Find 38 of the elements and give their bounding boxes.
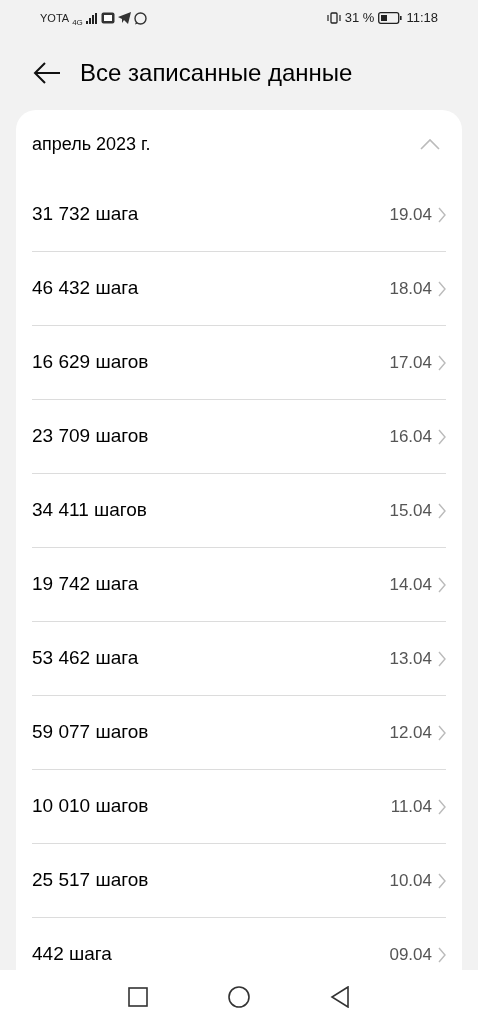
chevron-right-icon bbox=[438, 576, 446, 593]
chevron-up-icon bbox=[420, 138, 440, 150]
chevron-right-icon bbox=[438, 280, 446, 297]
network-type: 4G bbox=[72, 18, 83, 27]
signal-icon bbox=[85, 12, 98, 24]
month-header[interactable]: апрель 2023 г. bbox=[16, 110, 462, 178]
record-row[interactable]: 34 411 шагов 15.04 bbox=[32, 474, 446, 547]
video-app-icon bbox=[100, 12, 115, 24]
record-row[interactable]: 23 709 шагов 16.04 bbox=[32, 400, 446, 473]
back-icon[interactable] bbox=[330, 986, 350, 1008]
record-row[interactable]: 19 742 шага 14.04 bbox=[32, 548, 446, 621]
battery-icon bbox=[378, 12, 403, 24]
record-row[interactable]: 25 517 шагов 10.04 bbox=[32, 844, 446, 917]
record-row[interactable]: 442 шага 09.04 bbox=[32, 918, 446, 970]
chevron-right-icon bbox=[438, 206, 446, 223]
record-row[interactable]: 53 462 шага 13.04 bbox=[32, 622, 446, 695]
chevron-right-icon bbox=[438, 354, 446, 371]
chevron-right-icon bbox=[438, 872, 446, 889]
chevron-right-icon bbox=[438, 650, 446, 667]
record-row[interactable]: 31 732 шага 19.04 bbox=[32, 178, 446, 251]
chevron-right-icon bbox=[438, 502, 446, 519]
chat-bubble-icon bbox=[133, 11, 147, 25]
chevron-right-icon bbox=[438, 724, 446, 741]
clock: 11:18 bbox=[406, 9, 438, 28]
chevron-right-icon bbox=[438, 798, 446, 815]
page-title: Все записанные данные bbox=[80, 58, 353, 88]
record-row[interactable]: 16 629 шагов 17.04 bbox=[32, 326, 446, 399]
vibrate-icon bbox=[326, 12, 341, 24]
chevron-right-icon bbox=[438, 428, 446, 445]
battery-percent: 31 % bbox=[344, 9, 375, 28]
recent-apps-icon[interactable] bbox=[128, 987, 148, 1007]
home-icon[interactable] bbox=[228, 986, 250, 1008]
record-row[interactable]: 59 077 шагов 12.04 bbox=[32, 696, 446, 769]
record-row[interactable]: 46 432 шага 18.04 bbox=[32, 252, 446, 325]
record-row[interactable]: 10 010 шагов 11.04 bbox=[32, 770, 446, 843]
paper-plane-icon bbox=[117, 12, 131, 24]
carrier-name: YOTA bbox=[40, 10, 70, 26]
chevron-right-icon bbox=[438, 946, 446, 963]
